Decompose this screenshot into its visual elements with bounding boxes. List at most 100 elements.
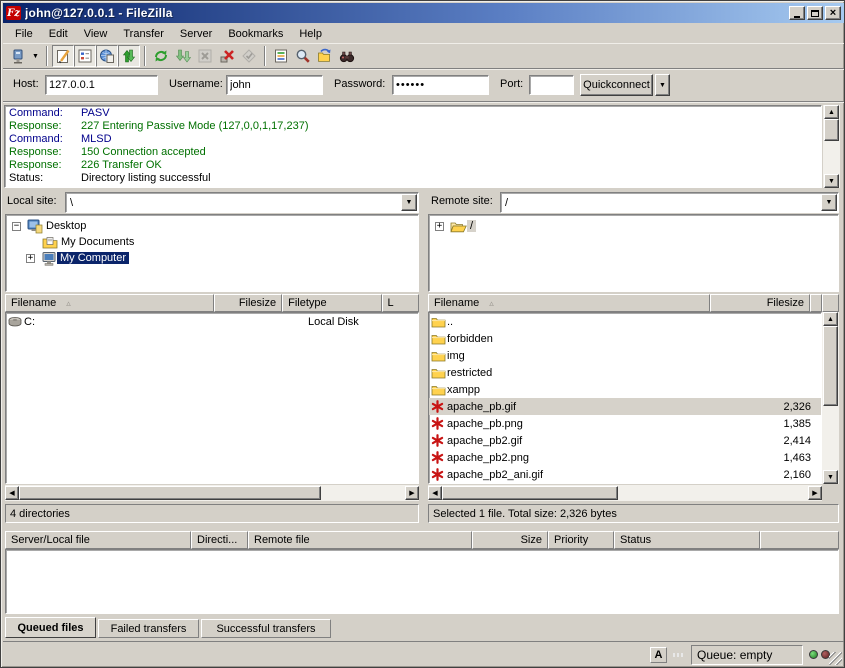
site-manager-dropdown-button[interactable]: ▼	[29, 45, 42, 67]
local-directory-tree[interactable]: − Desktop My Documents +	[5, 214, 419, 292]
tab-successful-transfers[interactable]: Successful transfers	[201, 619, 331, 638]
column-header-server-local-file[interactable]: Server/Local file	[5, 531, 191, 549]
binoculars-find-icon	[339, 48, 355, 64]
toggle-local-tree-button[interactable]	[74, 45, 96, 67]
scroll-up-button[interactable]: ▲	[824, 105, 839, 119]
remote-list-hscrollbar[interactable]: ◀ ▶	[428, 485, 822, 501]
remote-list-scrollbar[interactable]: ▲ ▼	[822, 312, 839, 484]
titlebar[interactable]: Fz john@127.0.0.1 - FileZilla ×	[3, 3, 844, 23]
resize-grip[interactable]	[829, 652, 842, 665]
reconnect-button[interactable]	[238, 45, 260, 67]
host-input[interactable]	[45, 75, 158, 95]
quickconnect-button[interactable]: Quickconnect	[580, 74, 653, 96]
scroll-right-button[interactable]: ▶	[808, 486, 822, 500]
scroll-left-button[interactable]: ◀	[428, 486, 442, 500]
column-header-filetype[interactable]: Filetype	[282, 294, 381, 312]
column-header-filename[interactable]: Filename▵	[428, 294, 710, 312]
quickconnect-dropdown-button[interactable]: ▼	[655, 74, 670, 96]
tab-failed-transfers[interactable]: Failed transfers	[98, 619, 199, 638]
local-site-combo[interactable]: \ ▼	[65, 192, 419, 213]
toggle-log-button[interactable]	[52, 45, 74, 67]
menu-view[interactable]: View	[76, 26, 116, 42]
site-manager-button[interactable]	[7, 45, 29, 67]
cancel-transfer-button[interactable]	[194, 45, 216, 67]
column-header-filesize[interactable]: Filesize	[710, 294, 810, 312]
column-header-status[interactable]: Status	[614, 531, 760, 549]
local-drive-row[interactable]: C: Local Disk	[6, 313, 418, 330]
column-header-last-modified[interactable]: L	[382, 294, 419, 312]
scrollbar-thumb[interactable]	[19, 486, 321, 500]
local-site-dropdown-button[interactable]: ▼	[401, 194, 417, 211]
column-header-filename[interactable]: Filename▵	[5, 294, 214, 312]
expand-icon[interactable]: +	[435, 222, 444, 231]
transfer-queue-icon	[121, 48, 137, 64]
file-row[interactable]: apache_pb2.gif2,414	[429, 432, 821, 449]
transfer-type-indicator-icon[interactable]: A	[650, 647, 667, 663]
folder-row[interactable]: img	[429, 347, 821, 364]
local-list-hscrollbar[interactable]: ◀ ▶	[5, 485, 419, 501]
column-header-direction[interactable]: Directi...	[191, 531, 248, 549]
scrollbar-thumb[interactable]	[824, 119, 839, 141]
remote-site-combo[interactable]: / ▼	[500, 192, 839, 213]
compare-button[interactable]	[292, 45, 314, 67]
column-header-remote-file[interactable]: Remote file	[248, 531, 472, 549]
tab-queued-files[interactable]: Queued files	[5, 617, 96, 638]
transfer-queue-list[interactable]	[5, 549, 839, 614]
port-input[interactable]	[529, 75, 574, 95]
toggle-remote-tree-button[interactable]	[96, 45, 118, 67]
menu-server[interactable]: Server	[172, 26, 220, 42]
remote-directory-tree[interactable]: + /	[428, 214, 839, 292]
scroll-left-button[interactable]: ◀	[5, 486, 19, 500]
scrollbar-thumb[interactable]	[442, 486, 618, 500]
folder-row[interactable]: restricted	[429, 364, 821, 381]
filezilla-logo-icon: Fz	[6, 6, 21, 20]
scroll-down-button[interactable]: ▼	[824, 174, 839, 188]
remote-tree-icon	[99, 48, 115, 64]
file-row-selected[interactable]: apache_pb.gif2,326	[429, 398, 821, 415]
scroll-right-button[interactable]: ▶	[405, 486, 419, 500]
scroll-down-button[interactable]: ▼	[823, 470, 838, 484]
synchronized-browsing-button[interactable]	[314, 45, 336, 67]
scroll-up-button[interactable]: ▲	[823, 312, 838, 326]
minimize-button[interactable]	[789, 6, 805, 20]
refresh-button[interactable]	[150, 45, 172, 67]
close-button[interactable]: ×	[825, 6, 841, 20]
folder-row[interactable]: xampp	[429, 381, 821, 398]
folder-row[interactable]: ..	[429, 313, 821, 330]
menu-help[interactable]: Help	[291, 26, 330, 42]
close-icon: ×	[830, 8, 836, 18]
process-queue-button[interactable]	[172, 45, 194, 67]
tree-item-root[interactable]: + /	[429, 218, 838, 234]
expand-icon[interactable]: +	[26, 254, 35, 263]
column-header-size[interactable]: Size	[472, 531, 548, 549]
tree-item-my-documents[interactable]: My Documents	[6, 234, 418, 250]
find-button[interactable]	[336, 45, 358, 67]
folder-row[interactable]: forbidden	[429, 330, 821, 347]
maximize-button[interactable]	[807, 6, 823, 20]
log-scrollbar[interactable]: ▲ ▼	[823, 105, 840, 188]
tree-item-my-computer[interactable]: + My Computer	[6, 250, 418, 266]
remote-pane-status: Selected 1 file. Total size: 2,326 bytes	[428, 504, 839, 523]
tree-item-desktop[interactable]: − Desktop	[6, 218, 418, 234]
menu-file[interactable]: File	[7, 26, 41, 42]
username-input[interactable]	[226, 75, 323, 95]
collapse-icon[interactable]: −	[12, 222, 21, 231]
column-header-filesize[interactable]: Filesize	[214, 294, 282, 312]
remote-file-list[interactable]: .. forbidden img restricted xampp apache…	[428, 312, 822, 484]
file-row[interactable]: apache_pb2.png1,463	[429, 449, 821, 466]
menu-edit[interactable]: Edit	[41, 26, 76, 42]
image-file-icon	[429, 400, 447, 413]
scrollbar-thumb[interactable]	[823, 326, 838, 406]
toggle-queue-button[interactable]	[118, 45, 140, 67]
remote-site-dropdown-button[interactable]: ▼	[821, 194, 837, 211]
menu-bookmarks[interactable]: Bookmarks	[220, 26, 291, 42]
file-row[interactable]: apache_pb.png1,385	[429, 415, 821, 432]
column-header-priority[interactable]: Priority	[548, 531, 614, 549]
password-input[interactable]	[392, 75, 489, 95]
filter-button[interactable]	[270, 45, 292, 67]
menu-transfer[interactable]: Transfer	[115, 26, 172, 42]
local-file-list[interactable]: C: Local Disk	[5, 312, 419, 484]
disconnect-button[interactable]	[216, 45, 238, 67]
file-row[interactable]: apache_pb2_ani.gif2,160	[429, 466, 821, 483]
message-log[interactable]: Command:PASV Response:227 Entering Passi…	[4, 105, 822, 188]
